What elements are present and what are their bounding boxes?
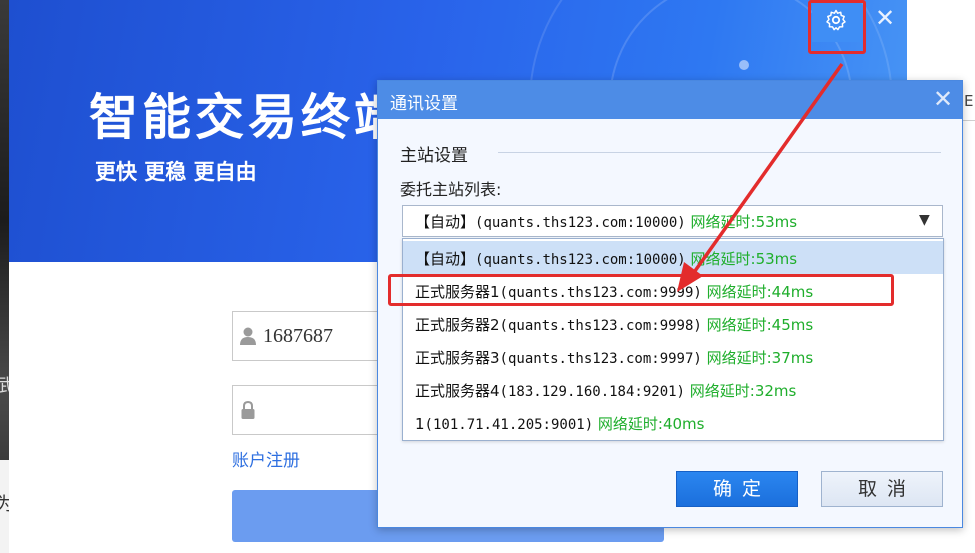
annotation-arrow	[677, 62, 844, 292]
arrow-shaft	[688, 62, 844, 280]
